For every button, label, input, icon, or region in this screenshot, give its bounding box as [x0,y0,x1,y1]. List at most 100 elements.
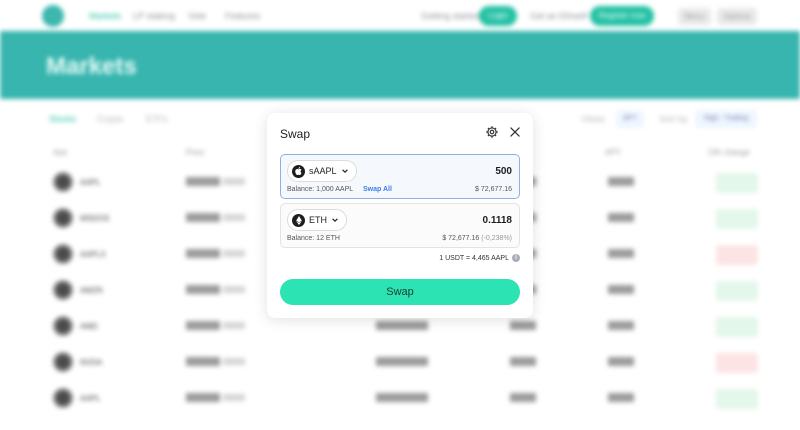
asset-ticker: AAPL [80,178,101,187]
from-amount-input[interactable] [392,166,512,177]
col-asset[interactable]: Ape [53,148,67,157]
change-badge [716,173,758,193]
views-label: Views [581,114,605,124]
exchange-rate-text: 1 USDT = 4,465 AAPL [439,254,509,262]
chevron-down-icon [341,169,348,174]
ethereum-icon [292,213,305,227]
close-icon[interactable] [508,125,522,139]
price-value [186,285,220,294]
price-value [186,213,220,222]
change-badge [716,281,758,301]
price-sub [223,322,245,329]
app-logo[interactable] [42,5,64,27]
coin-icon [53,280,73,300]
swap-modal: Swap sAAPL Balance: 1,000 AAPL Swap All … [267,113,533,318]
change-badge [716,317,758,337]
col-change[interactable]: 24h change [708,148,750,157]
asset-ticker: AAPL [80,394,101,403]
apr-value [608,285,634,294]
to-token-panel: ETH Balance: 12 ETH $ 72,677.16 (-0,238%… [280,203,520,248]
price-sub [223,394,245,401]
change-badge [716,389,758,409]
exchange-rate: 1 USDT = 4,465 AAPL i [439,254,520,262]
register-button[interactable]: Register now [590,6,654,26]
coin-icon [53,352,73,372]
nav-get-ethself[interactable]: Get an Ethself [530,11,587,21]
to-token-name: ETH [309,215,327,225]
chevron-down-icon [332,218,338,223]
menu-button[interactable]: Menu [678,8,711,25]
volume-value [376,321,428,330]
price-sub [223,250,245,257]
tab-etfs[interactable]: ETFs [146,114,168,124]
asset-ticker: NVDA [80,358,103,367]
table-row[interactable]: AAPL [40,382,765,416]
from-token-select[interactable]: sAAPL [287,160,357,182]
to-token-select[interactable]: ETH [287,209,347,231]
price-sub [223,286,245,293]
coin-icon [53,172,73,192]
volume-value [376,357,428,366]
price-sub [223,358,245,365]
login-button[interactable]: Login [479,6,517,26]
coin-icon [53,208,73,228]
nav-getting-started[interactable]: Getting started [421,11,480,21]
apr-value [608,249,634,258]
sort-label: Sort by [659,114,688,124]
from-balance: Balance: 1,000 AAPL [287,186,354,193]
apr-value [608,393,634,402]
apple-icon [292,164,305,178]
price-value [186,357,220,366]
price-value [186,177,220,186]
asset-ticker: AMZN [80,286,103,295]
swap-all-link[interactable]: Swap All [363,186,392,193]
to-price-impact: (-0,238%) [481,235,512,242]
apy-value [510,321,536,330]
volume-value [376,393,428,402]
to-usd-amount: $ 72,677.16 [442,235,480,242]
nav-link-features[interactable]: Features [225,11,261,21]
apr-value [608,177,634,186]
nav-link-lp-staking[interactable]: LP staking [133,11,175,21]
change-badge [716,353,758,373]
hero-banner: Markets [0,31,800,99]
apr-value [608,321,634,330]
to-balance: Balance: 12 ETH [287,235,340,242]
modal-title: Swap [280,127,311,141]
col-price[interactable]: Price [186,148,204,157]
from-usd-value: $ 72,677.16 [475,186,512,193]
change-badge [716,209,758,229]
change-badge [716,245,758,265]
apy-value [510,393,536,402]
coin-icon [53,244,73,264]
coin-icon [53,316,73,336]
page-title: Markets [46,53,137,80]
asset-ticker: AAPLX [80,250,106,259]
views-select[interactable]: APY [616,110,644,128]
swap-button[interactable]: Swap [280,279,520,305]
asset-ticker: MSDOS [80,214,110,223]
top-navbar: Markets LP staking Vote Features Getting… [0,0,800,32]
tab-crypto[interactable]: Crypto [97,114,124,124]
info-icon[interactable]: i [512,254,520,262]
price-value [186,393,220,402]
nav-link-vote[interactable]: Vote [188,11,206,21]
apr-value [608,213,634,222]
sort-select[interactable]: High - Trading [695,110,757,128]
from-token-panel: sAAPL Balance: 1,000 AAPL Swap All $ 72,… [280,154,520,199]
gear-icon[interactable] [485,125,499,139]
price-value [186,249,220,258]
to-amount-input[interactable] [392,215,512,226]
nav-link-markets[interactable]: Markets [89,11,121,21]
price-sub [223,178,245,185]
apr-value [608,357,634,366]
options-button[interactable]: Options [717,8,757,25]
tab-stocks[interactable]: Stocks [49,114,76,124]
apy-value [510,357,536,366]
to-usd-value: $ 72,677.16 (-0,238%) [442,235,512,242]
price-value [186,321,220,330]
col-apy[interactable]: APY [605,148,621,157]
from-token-name: sAAPL [309,166,337,176]
table-row[interactable]: NVDA [40,346,765,380]
price-sub [223,214,245,221]
